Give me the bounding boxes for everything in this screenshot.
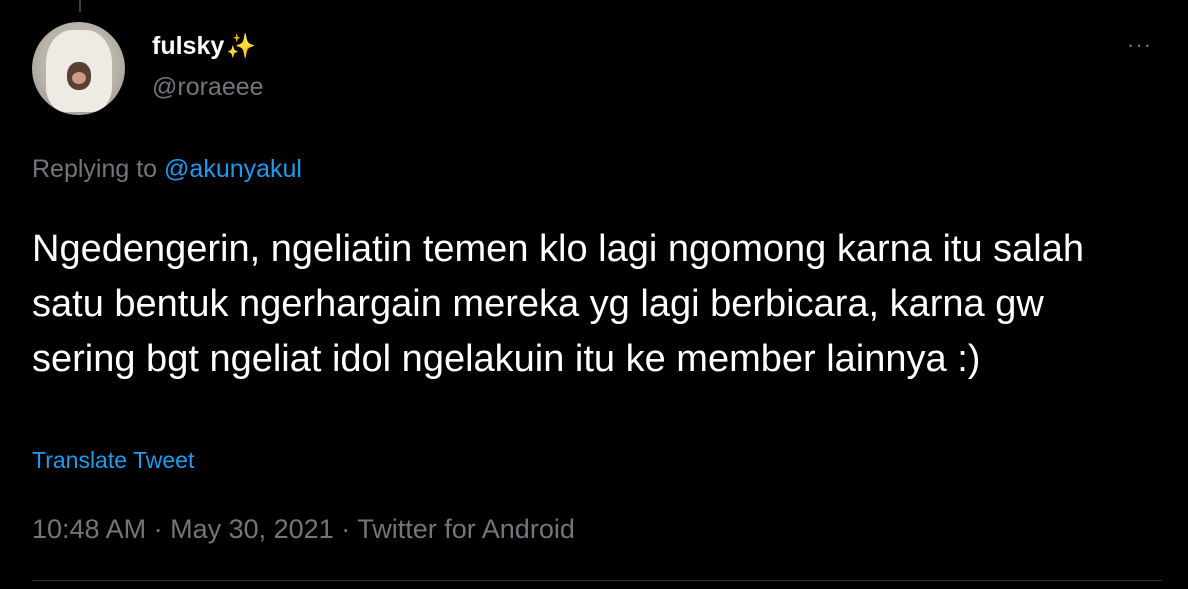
tweet-time[interactable]: 10:48 AM xyxy=(32,514,146,544)
tweet-metadata: 10:48 AM · May 30, 2021 · Twitter for An… xyxy=(32,512,575,546)
avatar-face-shape xyxy=(67,62,91,90)
more-options-icon[interactable]: ··· xyxy=(1127,34,1152,56)
meta-separator: · xyxy=(153,514,163,544)
display-name-text: fulsky xyxy=(152,32,225,60)
sparkles-icon: ✨ xyxy=(226,33,257,60)
translate-tweet-link[interactable]: Translate Tweet xyxy=(32,445,194,475)
replying-to-line: Replying to @akunyakul xyxy=(32,153,302,185)
thread-connector-line xyxy=(79,0,81,12)
tweet-text: Ngedengerin, ngeliatin temen klo lagi ng… xyxy=(32,228,1085,380)
replying-to-prefix: Replying to xyxy=(32,155,158,183)
tweet-source[interactable]: Twitter for Android xyxy=(357,514,575,544)
avatar[interactable] xyxy=(32,22,125,115)
divider xyxy=(32,580,1162,581)
meta-separator: · xyxy=(341,514,351,544)
tweet-date[interactable]: May 30, 2021 xyxy=(170,514,334,544)
replying-to-mention-link[interactable]: @akunyakul xyxy=(164,155,302,183)
user-handle[interactable]: @roraeee xyxy=(152,72,264,102)
display-name[interactable]: fulsky✨ xyxy=(152,31,256,62)
